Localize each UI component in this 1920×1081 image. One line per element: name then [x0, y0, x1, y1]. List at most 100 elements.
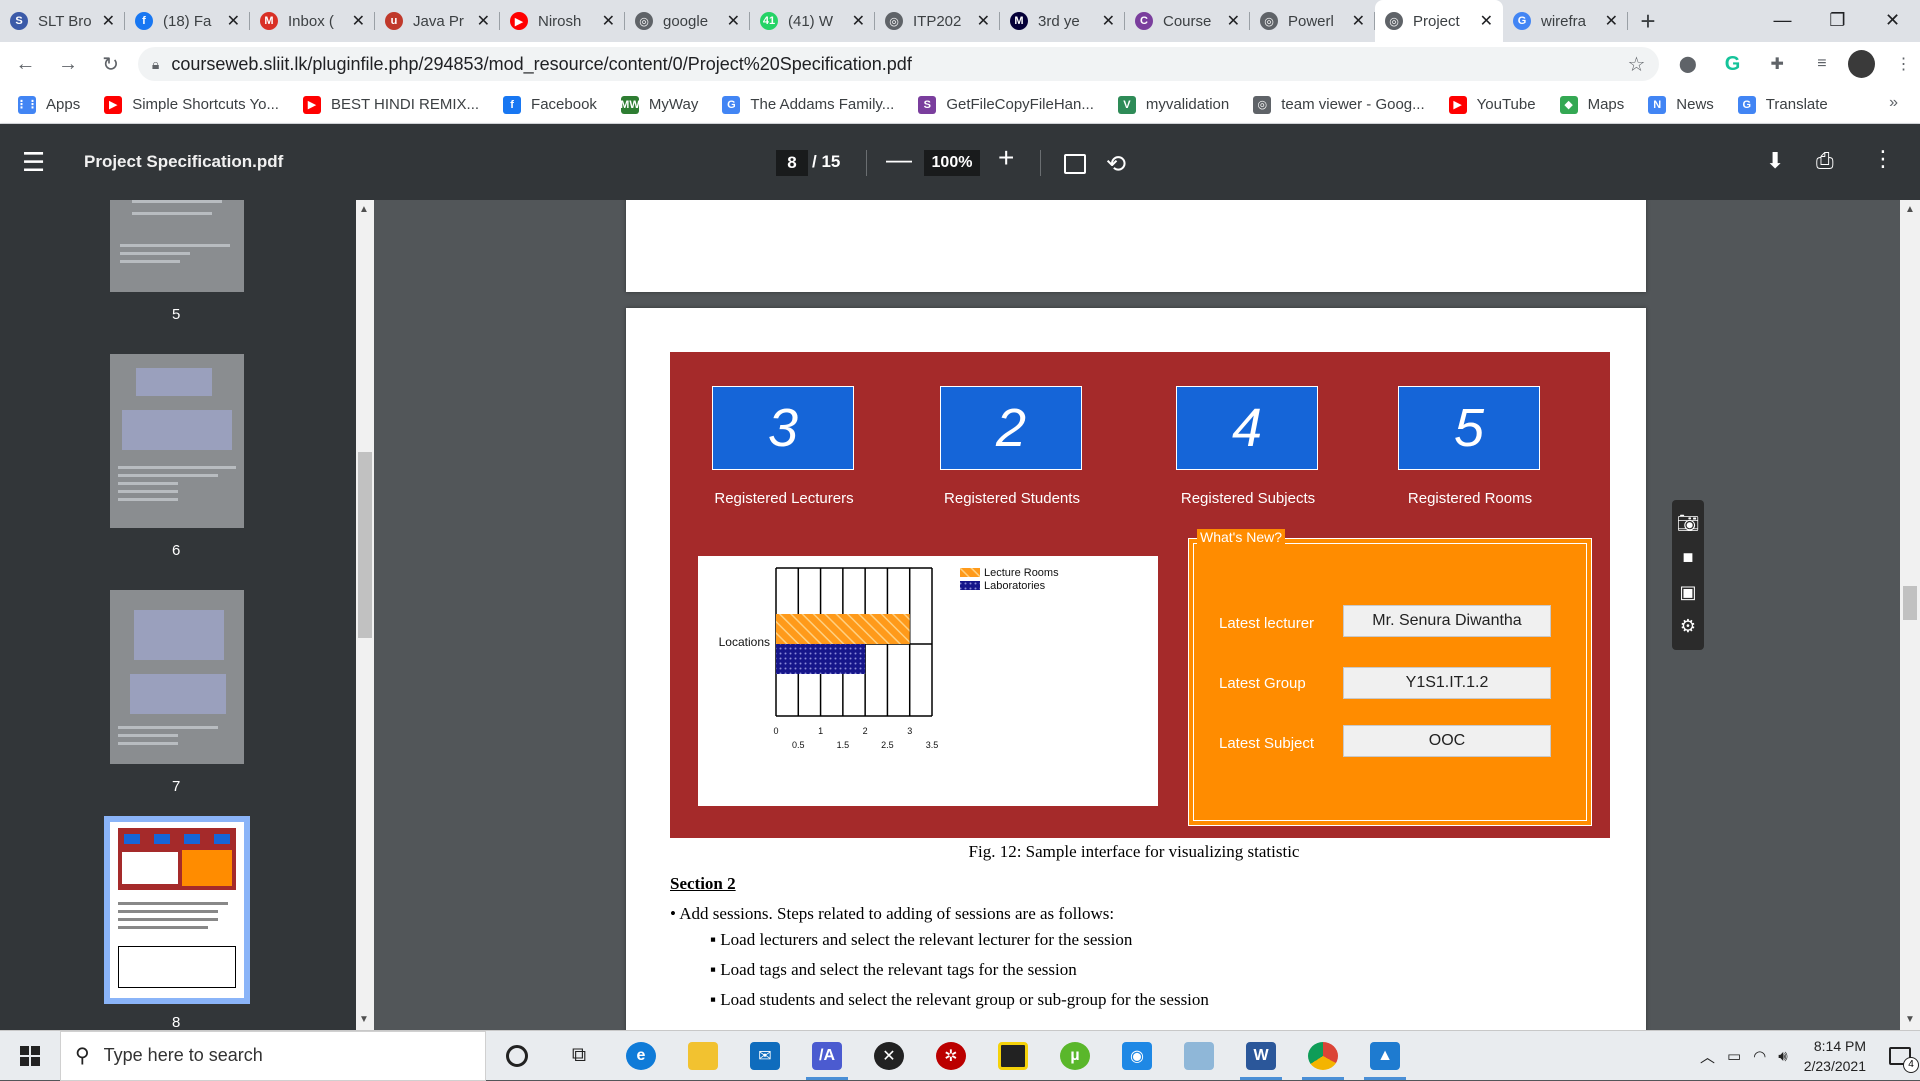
bookmark-item[interactable]: ▶ BEST HINDI REMIX... — [302, 95, 479, 114]
volume-icon[interactable]: 🔊︎ — [1778, 1048, 1787, 1065]
tab-close-icon[interactable]: ✕ — [352, 11, 365, 31]
settings-gear-icon[interactable]: ⚙ — [1680, 616, 1696, 637]
system-clock[interactable]: 8:14 PM 2/23/2021 — [1804, 1036, 1866, 1076]
browser-tab[interactable]: ◎ ITP202 ✕ — [875, 0, 1000, 42]
back-arrow-icon[interactable]: ← — [8, 46, 43, 82]
browser-tab[interactable]: M Inbox (✕ — [250, 0, 375, 42]
restore-icon[interactable]: ❐ — [1810, 0, 1865, 40]
chevron-up-icon[interactable]: ︿ — [1700, 1046, 1715, 1067]
notepad-icon[interactable] — [1168, 1031, 1230, 1081]
reload-icon[interactable]: ↻ — [93, 46, 128, 82]
print-icon[interactable]: ⎙ — [1816, 148, 1834, 174]
browser-tab[interactable]: ◎ Project ✕ — [1375, 0, 1503, 42]
reading-list-icon[interactable]: ≡ — [1806, 47, 1839, 81]
browser-tab[interactable]: M 3rd ye ✕ — [1000, 0, 1125, 42]
bookmark-item[interactable]: ▶ YouTube — [1448, 95, 1536, 114]
extension-circle-icon[interactable]: ⬤ — [1671, 47, 1704, 81]
sidebar-scrollbar[interactable]: ▲ ▼ — [356, 200, 374, 1030]
bookmark-item[interactable]: N News — [1648, 95, 1714, 114]
tab-close-icon[interactable]: ✕ — [602, 11, 615, 31]
chrome-icon[interactable] — [1292, 1031, 1354, 1081]
document-scroll-thumb[interactable] — [1903, 586, 1917, 620]
bookmark-item[interactable]: ◎ team viewer - Goog... — [1253, 95, 1425, 114]
screen-recorder-icon[interactable]: ◉ — [1106, 1031, 1168, 1081]
close-window-icon[interactable]: ✕ — [1865, 0, 1920, 40]
minimize-icon[interactable]: — — [1755, 0, 1810, 40]
bookmark-item[interactable]: MW MyWay — [620, 95, 698, 114]
page-number-input[interactable]: 8 — [776, 150, 808, 176]
scroll-up-icon[interactable]: ▲ — [359, 204, 369, 215]
sidebar-scroll-thumb[interactable] — [358, 452, 372, 638]
cortana-icon[interactable] — [486, 1031, 548, 1081]
bookmark-item[interactable]: f Facebook — [503, 95, 597, 114]
browser-tab[interactable]: ◎ google ✕ — [625, 0, 750, 42]
bookmark-item[interactable]: Vmyvalidation — [1117, 95, 1229, 114]
forward-arrow-icon[interactable]: → — [51, 46, 86, 82]
page-thumbnail[interactable] — [110, 200, 244, 292]
tab-close-icon[interactable]: ✕ — [102, 11, 115, 31]
browser-tab[interactable]: ◎ Powerl ✕ — [1250, 0, 1375, 42]
document-scrollbar[interactable]: ▲ ▼ — [1900, 200, 1920, 1030]
camera-icon[interactable]: 📷︎ — [1677, 513, 1700, 534]
extensions-puzzle-icon[interactable]: ✚ — [1761, 47, 1794, 81]
page-thumbnail[interactable] — [110, 354, 244, 528]
scroll-down-icon[interactable]: ▼ — [1905, 1014, 1915, 1025]
video-icon[interactable]: ■ — [1683, 547, 1694, 568]
start-button[interactable] — [0, 1031, 60, 1081]
rotate-icon[interactable]: ⟲ — [1106, 150, 1126, 179]
tab-close-icon[interactable]: ✕ — [852, 11, 865, 31]
address-bar[interactable]: 🔒︎ courseweb.sliit.lk/pluginfile.php/294… — [137, 47, 1660, 81]
bookmark-item[interactable]: ◆ Maps — [1559, 95, 1624, 114]
word-icon[interactable]: W — [1230, 1031, 1292, 1081]
page-thumbnail-selected[interactable] — [104, 816, 250, 1004]
browser-tab[interactable]: Gwirefra ✕ — [1503, 0, 1628, 42]
more-options-icon[interactable]: ⋮ — [1872, 146, 1894, 172]
browser-tab[interactable]: S SLT Bro ✕ — [0, 0, 125, 42]
photos-icon[interactable]: ▲ — [1354, 1031, 1416, 1081]
url-text[interactable]: courseweb.sliit.lk/pluginfile.php/294853… — [171, 54, 1627, 75]
tab-close-icon[interactable]: ✕ — [1227, 11, 1240, 31]
premiere-icon[interactable]: /A — [796, 1031, 858, 1081]
new-tab-icon[interactable]: + — [1628, 0, 1668, 42]
tab-close-icon[interactable]: ✕ — [1352, 11, 1365, 31]
browser-tab[interactable]: 41 (41) W ✕ — [750, 0, 875, 42]
more-bookmarks-icon[interactable]: » — [1889, 94, 1898, 112]
zoom-level-input[interactable]: 100% — [924, 150, 980, 176]
zoom-in-icon[interactable]: + — [998, 142, 1014, 174]
tab-close-icon[interactable]: ✕ — [977, 11, 990, 31]
taskbar-search-box[interactable]: ⚲ Type here to search — [60, 1030, 486, 1081]
bookmark-item[interactable]: G The Addams Family... — [722, 95, 894, 114]
edge-icon[interactable]: e — [610, 1031, 672, 1081]
scroll-up-icon[interactable]: ▲ — [1905, 204, 1915, 215]
download-icon[interactable]: ⬇ — [1766, 148, 1784, 174]
gallery-icon[interactable]: ▣ — [1679, 582, 1696, 603]
browser-tab[interactable]: u Java Pr ✕ — [375, 0, 500, 42]
zoom-out-icon[interactable]: — — [886, 144, 912, 175]
tab-close-icon[interactable]: ✕ — [727, 11, 740, 31]
profile-avatar[interactable] — [1848, 50, 1876, 78]
sidebar-menu-icon[interactable]: ☰ — [22, 147, 62, 178]
battery-icon[interactable]: ▭ — [1727, 1047, 1741, 1065]
tab-close-icon[interactable]: ✕ — [1102, 11, 1115, 31]
browser-tab[interactable]: f (18) Fa ✕ — [125, 0, 250, 42]
xbox-icon[interactable]: ✕ — [858, 1031, 920, 1081]
bookmark-item[interactable]: ⋮⋮ Apps — [16, 95, 80, 114]
tab-close-icon[interactable]: ✕ — [1480, 11, 1493, 31]
mail-icon[interactable]: ✉ — [734, 1031, 796, 1081]
antivirus-icon[interactable]: ✲ — [920, 1031, 982, 1081]
sticky-notes-icon[interactable] — [982, 1031, 1044, 1081]
bookmark-star-icon[interactable]: ☆ — [1628, 52, 1646, 77]
tab-close-icon[interactable]: ✕ — [477, 11, 490, 31]
browser-menu-icon[interactable]: ⋮ — [1887, 47, 1920, 81]
tab-close-icon[interactable]: ✕ — [1605, 11, 1618, 31]
browser-tab[interactable]: C Course ✕ — [1125, 0, 1250, 42]
bookmark-item[interactable]: ▶ Simple Shortcuts Yo... — [104, 95, 279, 114]
bookmark-item[interactable]: S GetFileCopyFileHan... — [918, 95, 1094, 114]
bookmark-item[interactable]: G Translate — [1737, 95, 1828, 114]
utorrent-icon[interactable]: µ — [1044, 1031, 1106, 1081]
browser-tab[interactable]: ▶ Nirosh ✕ — [500, 0, 625, 42]
page-thumbnail[interactable] — [110, 590, 244, 764]
scroll-down-icon[interactable]: ▼ — [359, 1014, 369, 1025]
wifi-icon[interactable]: ◠ — [1753, 1047, 1766, 1065]
file-explorer-icon[interactable] — [672, 1031, 734, 1081]
